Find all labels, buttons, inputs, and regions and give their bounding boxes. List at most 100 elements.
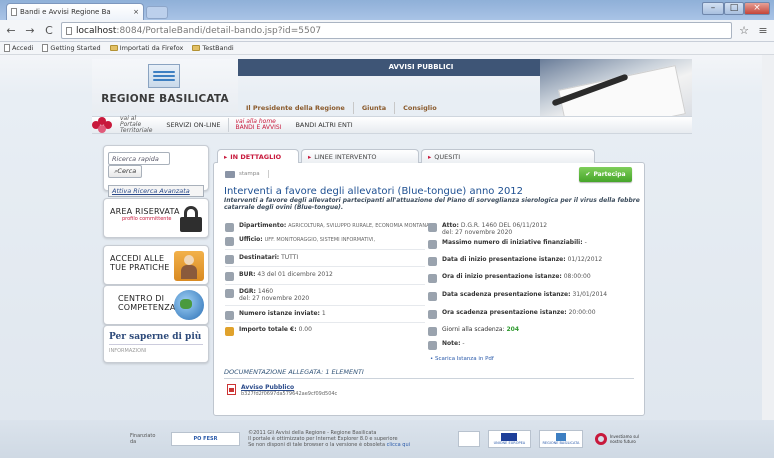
menu-icon[interactable]: ≡ — [756, 24, 770, 37]
detail-tabs: ▸ IN DETTAGLIO ▸ LINEE INTERVENTO ▸ QUESITI — [217, 149, 597, 163]
lock-icon — [180, 206, 202, 232]
person-icon — [174, 251, 204, 281]
field-ora-inizio: Ora di inizio presentazione istanze: 08:… — [428, 273, 640, 283]
footer-content: Finanziato da PO FESR ©2011 Gli Avvisi d… — [130, 426, 650, 452]
arrow-icon: ▸ — [308, 153, 312, 161]
coin-icon — [225, 327, 234, 336]
basilicata-logo-label: REGIONE BASILICATA — [542, 441, 580, 445]
calendar-icon — [428, 327, 437, 336]
field-dipartimento: Dipartimento: AGRICOLTURA, SVILUPPO RURA… — [225, 222, 437, 232]
divider — [225, 305, 425, 306]
pdf-icon — [227, 384, 236, 395]
portal-flower-icon — [92, 117, 114, 133]
vertical-scrollbar[interactable] — [762, 55, 774, 458]
calendar-icon — [428, 257, 437, 266]
globe-icon — [174, 290, 204, 320]
bookmark-accedi[interactable]: Accedi — [4, 44, 33, 52]
quick-search-input[interactable]: Ricerca rapida — [108, 152, 170, 165]
tab-in-dettaglio[interactable]: ▸ IN DETTAGLIO — [217, 149, 299, 163]
field-label: Dipartimento: — [239, 222, 287, 229]
nav-presidente[interactable]: Il Presidente della Regione — [238, 101, 354, 114]
bookmark-getting-started[interactable]: Getting Started — [42, 44, 101, 52]
home-bandi-link[interactable]: vai alla home BANDI E AVVISI — [229, 119, 287, 131]
bookmark-importati[interactable]: Importati da Firefox — [109, 44, 183, 52]
window-close-button[interactable]: × — [744, 2, 770, 15]
reload-icon[interactable]: C — [42, 24, 56, 37]
back-arrow-icon[interactable]: ← — [4, 24, 18, 37]
page-icon — [66, 26, 72, 35]
divider — [225, 322, 425, 323]
bookmark-label: Accedi — [12, 44, 34, 52]
building-icon — [225, 237, 234, 246]
forward-arrow-icon[interactable]: → — [23, 24, 37, 37]
footer-link[interactable]: clicca qui — [387, 442, 410, 448]
field-label: Numero istanze inviate: — [239, 310, 320, 317]
search-button[interactable]: ⌕Cerca — [108, 165, 142, 178]
field-note: Note: - — [428, 340, 640, 350]
folder-icon — [109, 45, 118, 51]
advanced-search-link[interactable]: Attiva Ricerca Avanzata — [108, 185, 204, 197]
search-button-label: Cerca — [117, 167, 137, 175]
field-label: Ora scadenza presentazione istanze: — [442, 309, 567, 316]
partecipa-label: Partecipa — [593, 171, 626, 178]
new-tab-button[interactable] — [146, 6, 168, 19]
field-value: AGRICOLTURA, SVILUPPO RURALE, ECONOMIA M… — [288, 223, 430, 229]
field-label: BUR: — [239, 271, 256, 278]
field-label: DGR: — [239, 288, 256, 295]
field-importo: Importo totale €: 0.00 — [225, 326, 437, 336]
quick-search-box: Ricerca rapida ⌕Cerca Attiva Ricerca Ava… — [103, 145, 209, 197]
page-icon — [11, 8, 17, 16]
funder-logo[interactable]: PO FESR — [170, 432, 241, 446]
per-saperne-box[interactable]: Per saperne di più INFORMAZIONI — [103, 325, 209, 363]
tab-close-icon[interactable]: × — [133, 8, 139, 16]
maximize-button[interactable]: □ — [724, 2, 744, 15]
accedi-pratiche-box[interactable]: ACCEDI ALLE TUE PRATICHE — [103, 245, 209, 285]
footer-line: Se non disponi di tale browser o la vers… — [248, 442, 386, 448]
bando-description: Interventi a favore degli allevatori par… — [224, 197, 640, 211]
region-name[interactable]: REGIONE BASILICATA — [92, 93, 238, 105]
divider — [225, 249, 425, 250]
field-atto: Atto: D.G.R. 1460 DEL 06/11/2012 del: 27 … — [428, 222, 640, 236]
divider — [225, 266, 425, 267]
bookmark-testbandi[interactable]: TestBandi — [192, 44, 234, 52]
field-label: Giorni alla scadenza: — [442, 326, 505, 333]
document-icon — [225, 272, 234, 281]
minimize-button[interactable]: – — [702, 2, 724, 15]
page-icon — [42, 44, 49, 52]
document-attachment[interactable]: Avviso Pubblico b327fd2f0697da579642ae9cf… — [227, 384, 337, 397]
bookmark-star-icon[interactable]: ☆ — [737, 24, 751, 37]
bandi-altri-enti-link[interactable]: BANDI ALTRI ENTI — [287, 121, 360, 129]
field-label: Note: — [442, 340, 461, 347]
region-flag-icon[interactable] — [148, 64, 180, 88]
field-value: TUTTI — [281, 254, 299, 261]
field-label: Ora di inizio presentazione istanze: — [442, 273, 562, 280]
field-extra: del: 27 novembre 2020 — [239, 295, 310, 302]
header-image — [540, 59, 692, 119]
print-link[interactable]: stampa — [225, 170, 269, 178]
nav-giunta[interactable]: Giunta — [354, 101, 396, 114]
nav-consiglio[interactable]: Consiglio — [395, 102, 445, 114]
field-value: - — [584, 239, 587, 246]
download-pdf-link[interactable]: • Scarica Istanza in Pdf — [430, 356, 642, 363]
field-giorni-scadenza: Giorni alla scadenza: 204 — [428, 326, 640, 336]
partecipa-button[interactable]: ✔ Partecipa — [579, 167, 632, 182]
url-path: :8084/PortaleBandi/detail-bando.jsp?id=5… — [116, 25, 322, 36]
servizi-online-link[interactable]: SERVIZI ON-LINE — [158, 121, 228, 129]
eu-logo-label: UNIONE EUROPEA — [493, 441, 526, 445]
field-value: 20:00:00 — [568, 309, 596, 316]
address-bar[interactable]: localhost:8084/PortaleBandi/detail-bando… — [61, 22, 732, 39]
field-label: Destinatari: — [239, 254, 280, 261]
tab-linee-intervento[interactable]: ▸ LINEE INTERVENTO — [301, 149, 419, 163]
tab-quesiti[interactable]: ▸ QUESITI — [421, 149, 595, 163]
browser-tab[interactable]: Bandi e Avvisi Regione Ba × — [6, 3, 144, 20]
portal-territoriale-link[interactable]: vai al Portale Territoriale — [114, 116, 158, 134]
field-value: 31/01/2014 — [572, 291, 608, 298]
field-value: 1 — [321, 310, 326, 317]
secondary-navigation: vai al Portale Territoriale SERVIZI ON-L… — [92, 116, 692, 134]
document-icon — [428, 223, 437, 232]
field-numero-istanze: Numero istanze inviate: 1 — [225, 310, 437, 320]
document-hash: b327fd2f0697da579642ae9cf09d504c — [241, 391, 338, 397]
area-riservata-box[interactable]: AREA RISERVATA profilo committente — [103, 198, 209, 238]
centro-competenza-box[interactable]: CENTRO DI COMPETENZA — [103, 285, 209, 325]
field-value: 01/12/2012 — [567, 256, 603, 263]
